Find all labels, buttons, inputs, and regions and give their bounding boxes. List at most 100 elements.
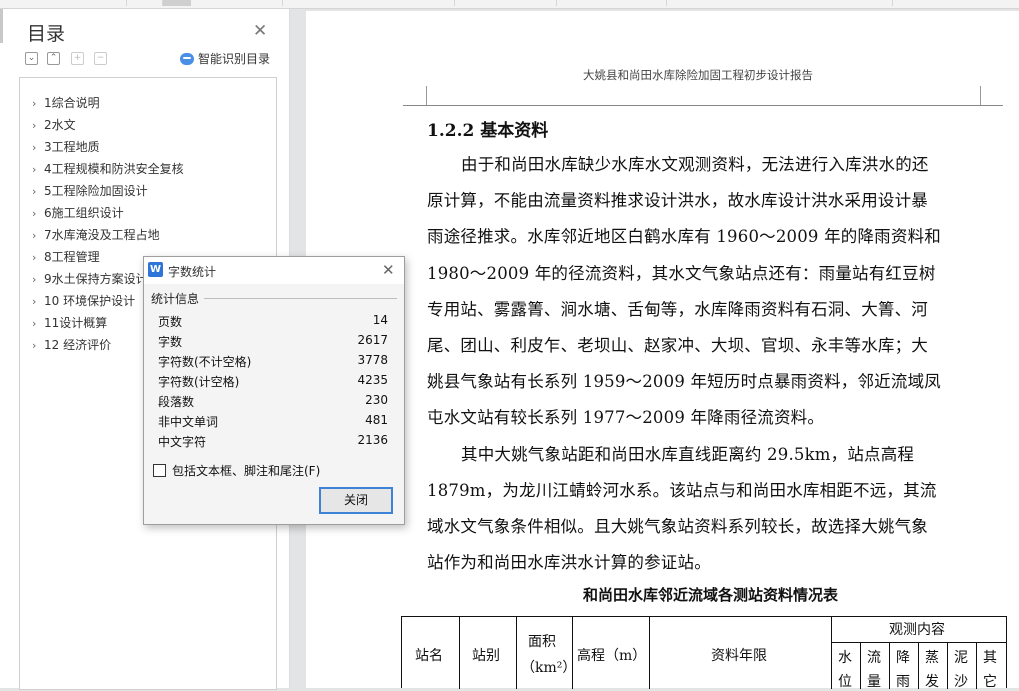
add-heading-icon[interactable]: + — [71, 52, 84, 65]
chevron-right-icon[interactable]: › — [32, 251, 44, 264]
toc-item[interactable]: › 10 环境保护设计 — [32, 292, 135, 312]
stat-value: 481 — [365, 413, 388, 427]
paragraph-line: 雨途径推求。水库邻近地区白鹤水库有 1960～2009 年的降雨资料和 — [427, 227, 941, 246]
toc-item-label: 3工程地质 — [44, 140, 100, 154]
table-header-observe: 观测内容 — [889, 622, 945, 638]
chevron-right-icon[interactable]: › — [32, 141, 44, 154]
toc-item-label: 6施工组织设计 — [44, 206, 124, 220]
toc-item[interactable]: › 5工程除险加固设计 — [32, 182, 148, 202]
smart-toc-icon — [180, 52, 194, 65]
table-subheader: 雨 — [896, 674, 910, 690]
table-subheader: 位 — [838, 674, 852, 690]
collapse-all-icon[interactable]: ⌄ — [25, 52, 38, 65]
table-divider — [572, 617, 573, 689]
stat-value: 230 — [365, 393, 388, 407]
chevron-right-icon[interactable]: › — [32, 207, 44, 220]
group-divider — [204, 298, 397, 299]
table-divider — [860, 642, 861, 689]
table-subheader: 沙 — [954, 674, 968, 690]
section-heading: 1.2.2 基本资料 — [427, 121, 549, 141]
toc-item[interactable]: › 3工程地质 — [32, 138, 100, 158]
toc-item[interactable]: › 9水土保持方案设计 — [32, 270, 148, 290]
toc-item[interactable]: › 8工程管理 — [32, 248, 100, 268]
toc-item[interactable]: › 11设计概算 — [32, 314, 107, 334]
toolbar-divider — [666, 0, 667, 6]
toc-item[interactable]: › 7水库淹没及工程占地 — [32, 226, 160, 246]
dialog-titlebar[interactable]: W 字数统计 ✕ — [144, 257, 404, 284]
stat-label: 中文字符 — [158, 435, 207, 449]
stat-label: 段落数 — [158, 395, 195, 409]
toc-item-label: 4工程规模和防洪安全复核 — [44, 162, 184, 176]
table-divider — [516, 617, 517, 689]
table-divider — [889, 642, 890, 689]
include-textbox-checkbox[interactable] — [153, 464, 166, 477]
table-divider — [649, 617, 650, 689]
toolbar-divider — [282, 0, 283, 6]
paragraph-line: 域水文气象条件相似。且大姚气象站资料系列较长，故选择大姚气象 — [427, 517, 928, 536]
chevron-right-icon[interactable]: › — [32, 185, 44, 198]
chevron-right-icon[interactable]: › — [32, 163, 44, 176]
table-subheader: 量 — [867, 674, 881, 690]
table-subheader: 其 — [983, 650, 997, 666]
table-title: 和尚田水库邻近流域各测站资料情况表 — [583, 586, 839, 604]
toc-item-label: 7水库淹没及工程占地 — [44, 228, 160, 242]
table-subheader: 发 — [925, 674, 939, 690]
table-divider — [831, 642, 1007, 643]
remove-heading-icon[interactable]: − — [94, 52, 107, 65]
table-divider — [947, 642, 948, 689]
paragraph-line: 专用站、雾露箐、涧水塘、舌甸等，水库降雨资料有石洞、大箐、河 — [427, 300, 928, 319]
smart-toc-button[interactable]: 智能识别目录 — [180, 50, 270, 67]
paragraph-line: 由于和尚田水库缺少水库水文观测资料，无法进行入库洪水的还 — [461, 155, 929, 174]
chevron-right-icon[interactable]: › — [32, 339, 44, 352]
toc-item-label: 1综合说明 — [44, 96, 100, 110]
chevron-right-icon[interactable]: › — [32, 295, 44, 308]
toc-item[interactable]: › 12 经济评价 — [32, 336, 111, 356]
toc-item-label: 5工程除险加固设计 — [44, 184, 148, 198]
panel-accent — [0, 9, 3, 43]
toc-item-label: 10 环境保护设计 — [44, 294, 136, 308]
stat-value: 14 — [372, 313, 388, 327]
stat-label: 字符数(计空格) — [158, 375, 240, 389]
chevron-right-icon[interactable]: › — [32, 229, 44, 242]
table-subheader: 它 — [983, 674, 997, 690]
table-header-elevation: 高程（m） — [577, 648, 647, 664]
paragraph-line: 原计算，不能由流量资料推求设计洪水，故水库设计洪水采用设计暴 — [427, 191, 928, 210]
word-count-dialog: W 字数统计 ✕ 统计信息 页数 14 字数 2617 字符数(不计空格) 37… — [143, 256, 405, 525]
table-subheader: 降 — [896, 650, 910, 666]
chevron-right-icon[interactable]: › — [32, 273, 44, 286]
table-divider — [918, 642, 919, 689]
stat-label: 非中文单词 — [158, 415, 219, 429]
smart-toc-label: 智能识别目录 — [198, 52, 271, 66]
chevron-right-icon[interactable]: › — [32, 119, 44, 132]
paragraph-line: 其中大姚气象站距和尚田水库直线距离约 29.5km，站点高程 — [461, 445, 915, 464]
margin-mark — [426, 86, 427, 105]
table-subheader: 蒸 — [925, 650, 939, 666]
expand-all-icon[interactable]: ⌃ — [47, 52, 60, 65]
margin-mark — [980, 86, 981, 105]
toc-item[interactable]: › 2水文 — [32, 116, 76, 136]
toc-item-label: 8工程管理 — [44, 250, 100, 264]
toolbar-divider — [556, 0, 557, 6]
stat-value: 2136 — [357, 433, 388, 447]
toc-item[interactable]: › 6施工组织设计 — [32, 204, 124, 224]
stat-value: 3778 — [357, 353, 388, 367]
toc-panel-title: 目录 — [27, 23, 66, 45]
close-icon[interactable]: ✕ — [253, 21, 267, 41]
table-header-type: 站别 — [472, 648, 500, 664]
stat-label: 字数 — [158, 335, 183, 349]
chevron-right-icon[interactable]: › — [32, 317, 44, 330]
toc-item-label: 12 经济评价 — [44, 338, 112, 352]
table-divider — [831, 617, 832, 689]
toc-item[interactable]: › 4工程规模和防洪安全复核 — [32, 160, 184, 180]
toolbar-tab-handle[interactable] — [162, 0, 191, 6]
close-button[interactable]: 关闭 — [319, 487, 393, 514]
stat-value: 2617 — [357, 333, 388, 347]
include-textbox-option[interactable]: 包括文本框、脚注和尾注(F) — [153, 462, 320, 479]
close-icon[interactable]: ✕ — [382, 261, 395, 279]
chevron-right-icon[interactable]: › — [32, 97, 44, 110]
top-toolbar-strip — [0, 0, 1019, 9]
station-table: 站名 站别 面积 （km²） 高程（m） 资料年限 观测内容 水 位 流 量 降… — [401, 616, 1007, 690]
stats-group-label: 统计信息 — [151, 292, 200, 306]
toc-item[interactable]: › 1综合说明 — [32, 94, 100, 114]
paragraph-line: 姚县气象站有长系列 1959～2009 年短历时点暴雨资料，邻近流域凤 — [427, 372, 941, 391]
